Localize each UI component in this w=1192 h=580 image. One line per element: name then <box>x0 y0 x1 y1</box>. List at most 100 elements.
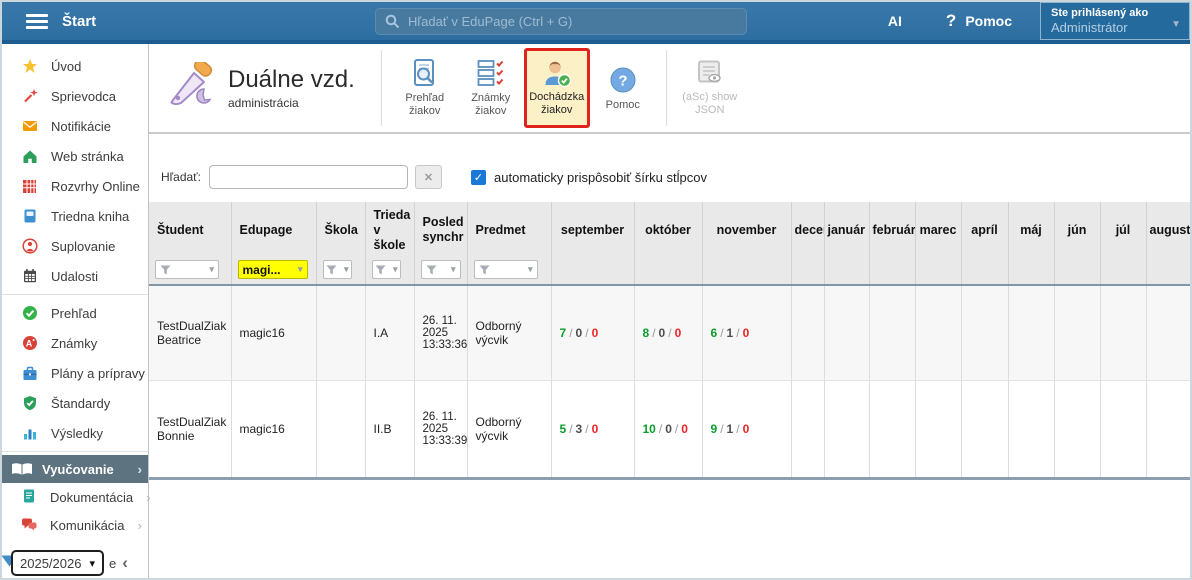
filter-skola[interactable]: ▾ <box>323 260 352 279</box>
document-icon <box>21 488 37 507</box>
global-search-input[interactable]: Hľadať v EduPage (Ctrl + G) <box>375 8 747 35</box>
module-subtitle: administrácia <box>228 96 355 110</box>
table-row[interactable]: TestDualZiak Bonnie magic16 II.B 26. 11.… <box>149 380 1192 478</box>
column-header-posledna-synchronizacia[interactable]: Posled synchr <box>414 202 467 258</box>
briefcase-icon <box>21 366 38 381</box>
filter-synchronizacia[interactable]: ▾ <box>421 260 461 279</box>
caret-down-icon: ▾ <box>209 264 214 275</box>
content-area: Hľadať: ✕ ✓ automaticky prispôsobiť šírk… <box>149 134 1190 578</box>
filter-edupage-active[interactable]: magi... ▾ <box>238 260 308 279</box>
button-prehlad-ziakov[interactable]: Prehľad žiakov <box>392 48 458 128</box>
start-button[interactable]: Štart <box>62 13 96 30</box>
caret-down-icon: ▾ <box>451 264 456 275</box>
envelope-icon <box>21 119 38 133</box>
school-year-select[interactable]: 2025/2026 ▾ <box>11 550 104 576</box>
funnel-icon <box>326 265 337 275</box>
json-eye-icon <box>695 59 725 87</box>
ai-button[interactable]: AI <box>888 13 902 29</box>
column-header-oktober[interactable]: október <box>634 202 702 258</box>
button-znamky-ziakov[interactable]: Známky žiakov <box>458 48 524 128</box>
logged-in-as-label: Ste prihlásený ako <box>1051 7 1167 19</box>
sidebar-item-notifikacie[interactable]: Notifikácie <box>2 111 148 141</box>
svg-text:?: ? <box>618 72 627 89</box>
sidebar-section-vyucovanie[interactable]: Vyučovanie › <box>2 455 148 483</box>
house-icon <box>21 149 38 164</box>
column-header-trieda-v-skole[interactable]: Trieda v škole <box>365 202 414 258</box>
open-book-icon <box>10 462 34 477</box>
sidebar-section-dokumentacia[interactable]: Dokumentácia › <box>2 483 148 511</box>
sidebar-item-uvod[interactable]: Úvod <box>2 51 148 81</box>
column-header-september[interactable]: september <box>551 202 634 258</box>
module-toolbar: Duálne vzd. administrácia Prehľad žiakov <box>149 44 1190 134</box>
hamburger-menu-icon[interactable] <box>26 14 48 29</box>
cell-synchronizacia: 26. 11. 2025 13:33:39 <box>414 380 467 478</box>
sidebar-item-prehlad[interactable]: Prehľad <box>2 298 148 328</box>
column-header-student[interactable]: Študent <box>149 202 231 258</box>
column-header-januar[interactable]: január <box>824 202 869 258</box>
sidebar-item-web-stranka[interactable]: Web stránka <box>2 141 148 171</box>
sidebar-item-udalosti[interactable]: Udalosti <box>2 261 148 291</box>
column-header-edupage[interactable]: Edupage <box>231 202 316 258</box>
column-header-marec[interactable]: marec <box>915 202 961 258</box>
caret-down-icon: ▼ <box>1171 19 1181 30</box>
sidebar-section-komunikacia[interactable]: Komunikácia › <box>2 511 148 539</box>
button-pomoc[interactable]: ? Pomoc <box>590 48 656 128</box>
help-button[interactable]: ? Pomoc <box>946 11 1012 31</box>
column-header-april[interactable]: apríl <box>961 202 1008 258</box>
cell-attendance-oktober: 8/0/0 <box>634 285 702 380</box>
table-row[interactable]: TestDualZiak Beatrice magic16 I.A 26. 11… <box>149 285 1192 380</box>
grades-circle-icon: A <box>21 335 38 351</box>
cell-trieda: I.A <box>365 285 414 380</box>
module-title: Duálne vzd. <box>228 66 355 94</box>
column-header-jul[interactable]: júl <box>1100 202 1146 258</box>
table-search-input[interactable] <box>209 165 408 189</box>
question-mark-icon: ? <box>946 11 956 31</box>
table-search-label: Hľadať: <box>161 170 201 184</box>
cell-attendance-november: 6/1/0 <box>702 285 791 380</box>
topbar-right-group: AI ? Pomoc Ste prihlásený ako Administrá… <box>888 2 1190 40</box>
column-header-predmet[interactable]: Predmet <box>467 202 551 258</box>
sidebar-item-plany-a-pripravy[interactable]: Plány a prípravy <box>2 358 148 388</box>
chat-bubbles-icon <box>21 517 37 534</box>
sidebar-item-triedna-kniha[interactable]: Triedna kniha <box>2 201 148 231</box>
autofit-checkbox[interactable]: ✓ <box>471 170 486 185</box>
sidebar-item-znamky[interactable]: A Známky <box>2 328 148 358</box>
table-header-row: Študent Edupage Škola Trieda v škole Pos… <box>149 202 1192 258</box>
chevron-right-icon: › <box>138 462 142 477</box>
table-filter-bar: Hľadať: ✕ ✓ automaticky prispôsobiť šírk… <box>161 165 1190 189</box>
cell-edupage: magic16 <box>231 285 316 380</box>
column-header-jun[interactable]: jún <box>1054 202 1100 258</box>
button-dochadzka-ziakov-selected[interactable]: Dochádzka žiakov <box>524 48 590 128</box>
sidebar-item-suplovanie[interactable]: Suplovanie <box>2 231 148 261</box>
sidebar-item-standardy[interactable]: Štandardy <box>2 388 148 418</box>
sidebar-item-rozvrhy-online[interactable]: Rozvrhy Online <box>2 171 148 201</box>
sidebar-collapse-arrow[interactable]: ‹ <box>122 553 128 573</box>
filter-trieda[interactable]: ▾ <box>372 260 401 279</box>
overview-check-icon <box>21 305 38 321</box>
sidebar-divider <box>2 294 148 295</box>
column-header-december[interactable]: decem <box>791 202 824 258</box>
logged-in-user-dropdown[interactable]: Ste prihlásený ako Administrátor ▼ <box>1040 2 1190 40</box>
sidebar-divider <box>2 451 148 452</box>
toolbar-divider <box>666 50 667 126</box>
column-header-august[interactable]: august <box>1146 202 1192 258</box>
column-header-skola[interactable]: Škola <box>316 202 365 258</box>
cell-attendance-oktober: 10/0/0 <box>634 380 702 478</box>
filter-predmet[interactable]: ▾ <box>474 260 538 279</box>
attendance-table: Študent Edupage Škola Trieda v škole Pos… <box>149 202 1192 480</box>
student-grades-icon <box>476 58 506 88</box>
caret-down-icon: ▾ <box>344 264 349 275</box>
chevron-right-icon: › <box>138 518 142 533</box>
filter-student[interactable]: ▾ <box>155 260 219 279</box>
column-header-november[interactable]: november <box>702 202 791 258</box>
button-asc-show-json[interactable]: (aSc) show JSON <box>677 48 743 128</box>
class-book-icon <box>21 208 38 224</box>
cell-attendance-september: 5/3/0 <box>551 380 634 478</box>
sidebar-item-sprievodca[interactable]: Sprievodca <box>2 81 148 111</box>
column-header-maj[interactable]: máj <box>1008 202 1054 258</box>
clear-search-button[interactable]: ✕ <box>415 165 442 189</box>
sidebar-item-vysledky[interactable]: Výsledky <box>2 418 148 448</box>
student-attendance-icon <box>542 59 572 87</box>
global-search-placeholder: Hľadať v EduPage (Ctrl + G) <box>408 14 572 29</box>
column-header-februar[interactable]: február <box>869 202 915 258</box>
